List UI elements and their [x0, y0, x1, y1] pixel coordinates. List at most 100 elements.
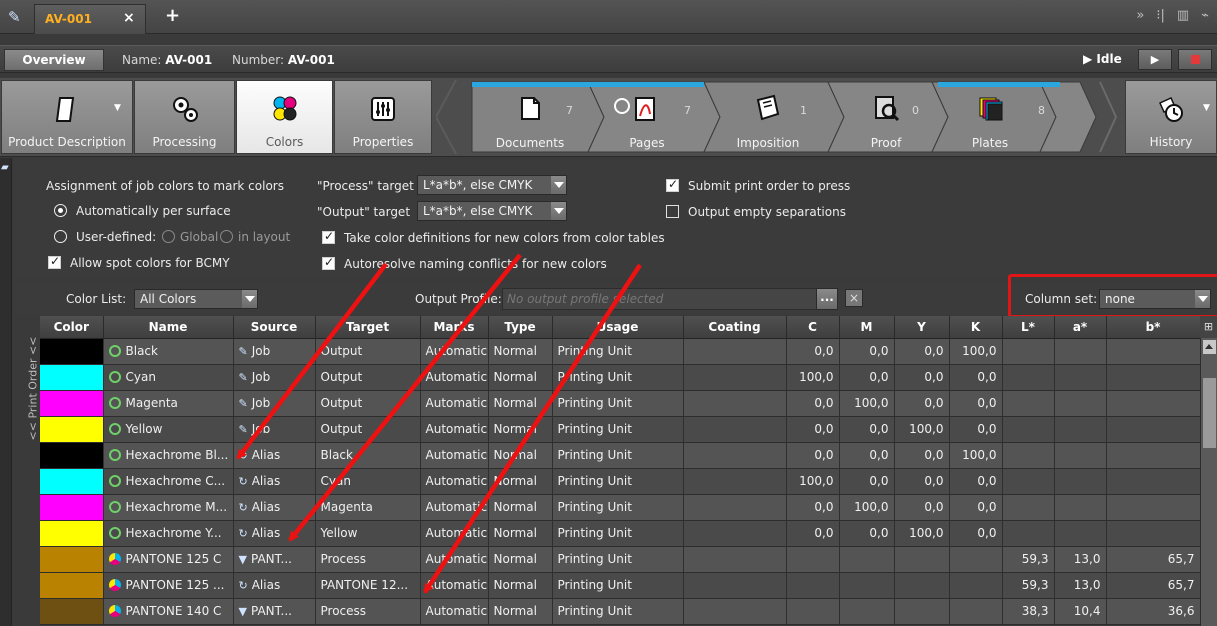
column-header[interactable]: Source [233, 316, 316, 339]
cell-target[interactable]: Process [315, 598, 421, 625]
cell-b[interactable] [1106, 390, 1201, 417]
cell-source[interactable]: ↻ Alias [233, 442, 316, 469]
clear-profile-icon[interactable]: × [845, 289, 863, 307]
cell-k[interactable]: 0,0 [949, 520, 1003, 547]
cell-y[interactable]: 0,0 [894, 390, 950, 417]
cell-source[interactable]: ✎ Job [233, 338, 316, 365]
cell-usage[interactable]: Printing Unit [552, 494, 684, 521]
cell-l[interactable] [1002, 390, 1055, 417]
cell-target[interactable]: Output [315, 390, 421, 417]
cell-b[interactable] [1106, 416, 1201, 443]
cell-y[interactable]: 100,0 [894, 416, 950, 443]
output-empty-seps-checkbox[interactable] [666, 205, 679, 218]
cell-a[interactable]: 13,0 [1054, 546, 1107, 573]
cell-usage[interactable]: Printing Unit [552, 572, 684, 599]
cell-type[interactable]: Normal [488, 364, 553, 391]
cell-c[interactable]: 0,0 [786, 494, 840, 521]
take-color-defs-checkbox[interactable] [322, 229, 335, 244]
column-header[interactable]: Target [315, 316, 421, 339]
cell-c[interactable]: 100,0 [786, 364, 840, 391]
cell-l[interactable] [1002, 468, 1055, 495]
column-header[interactable]: Coating [683, 316, 787, 339]
cell-y[interactable] [894, 546, 950, 573]
cell-c[interactable]: 0,0 [786, 442, 840, 469]
cell-marks[interactable]: Automatic [420, 442, 489, 469]
cell-k[interactable] [949, 546, 1003, 573]
cell-y[interactable] [894, 598, 950, 625]
step-documents[interactable]: 7 Documents [472, 80, 588, 154]
cell-l[interactable]: 59,3 [1002, 572, 1055, 599]
color-name-cell[interactable]: Cyan [103, 364, 234, 391]
cell-coating[interactable] [683, 520, 787, 547]
cell-m[interactable]: 100,0 [839, 494, 895, 521]
cell-a[interactable] [1054, 494, 1107, 521]
cell-usage[interactable]: Printing Unit [552, 598, 684, 625]
step-imposition[interactable]: 1 Imposition [708, 80, 828, 154]
cell-type[interactable]: Normal [488, 468, 553, 495]
color-name-cell[interactable]: PANTONE 140 C [103, 598, 234, 625]
cell-type[interactable]: Normal [488, 338, 553, 365]
column-header[interactable]: b* [1106, 316, 1201, 339]
color-list-select[interactable]: All Colors [134, 289, 258, 309]
column-header[interactable]: M [839, 316, 895, 339]
cell-source[interactable]: ↻ Alias [233, 572, 316, 599]
table-row[interactable]: Black ✎ Job Output Automatic Normal Printing U… [40, 338, 1201, 365]
document-tab[interactable]: AV-001 × [34, 4, 146, 34]
panel-toggle-icon[interactable]: ⁝| [1156, 8, 1165, 23]
cell-coating[interactable] [683, 338, 787, 365]
color-name-cell[interactable]: Magenta [103, 390, 234, 417]
cell-usage[interactable]: Printing Unit [552, 442, 684, 469]
auto-per-surface-radio[interactable] [54, 204, 67, 217]
table-row[interactable]: Cyan ✎ Job Output Automatic Normal Printing Un… [40, 364, 1201, 391]
cell-k[interactable]: 0,0 [949, 390, 1003, 417]
cell-coating[interactable] [683, 364, 787, 391]
cell-coating[interactable] [683, 494, 787, 521]
cell-k[interactable]: 0,0 [949, 416, 1003, 443]
color-name-cell[interactable]: PANTONE 125 C [103, 546, 234, 573]
cell-m[interactable] [839, 572, 895, 599]
column-chooser-icon[interactable]: ⊞ [1200, 316, 1217, 338]
user-defined-radio[interactable] [54, 230, 67, 243]
cell-target[interactable]: Cyan [315, 468, 421, 495]
cell-usage[interactable]: Printing Unit [552, 546, 684, 573]
cell-y[interactable]: 0,0 [894, 338, 950, 365]
cell-coating[interactable] [683, 546, 787, 573]
cell-marks[interactable]: Automatic [420, 416, 489, 443]
overflow-tabs-icon[interactable]: » [1136, 8, 1144, 23]
cell-c[interactable]: 0,0 [786, 338, 840, 365]
cell-type[interactable]: Normal [488, 598, 553, 625]
cell-l[interactable] [1002, 520, 1055, 547]
cell-k[interactable] [949, 598, 1003, 625]
cell-coating[interactable] [683, 572, 787, 599]
cell-m[interactable]: 0,0 [839, 520, 895, 547]
cell-target[interactable]: Black [315, 442, 421, 469]
browse-profile-button[interactable]: ... [816, 288, 838, 310]
print-order-label[interactable]: << Print Order << [26, 330, 40, 450]
cell-marks[interactable]: Automatic [420, 364, 489, 391]
column-header[interactable]: Marks [420, 316, 489, 339]
cell-coating[interactable] [683, 442, 787, 469]
cell-m[interactable]: 0,0 [839, 416, 895, 443]
cell-a[interactable] [1054, 442, 1107, 469]
column-header[interactable]: K [949, 316, 1003, 339]
cell-type[interactable]: Normal [488, 572, 553, 599]
cell-l[interactable] [1002, 364, 1055, 391]
column-layout-icon[interactable]: ▥ [1177, 8, 1189, 23]
cell-y[interactable]: 0,0 [894, 494, 950, 521]
table-row[interactable]: PANTONE 125 C ▼ PANT... Process Automatic Nor… [40, 546, 1201, 573]
overview-button[interactable]: Overview [4, 49, 104, 71]
cell-type[interactable]: Normal [488, 416, 553, 443]
step-pages[interactable]: 7 Pages [592, 80, 702, 154]
cell-c[interactable]: 0,0 [786, 390, 840, 417]
cell-target[interactable]: Magenta [315, 494, 421, 521]
step-plates[interactable]: 8 Plates [938, 80, 1045, 154]
global-radio[interactable] [162, 230, 175, 243]
cell-usage[interactable]: Printing Unit [552, 520, 684, 547]
color-name-cell[interactable]: Hexachrome Bl... [103, 442, 234, 469]
table-row[interactable]: Hexachrome Bl... ↻ Alias Black Automatic Norm… [40, 442, 1201, 469]
cell-source[interactable]: ↻ Alias [233, 520, 316, 547]
cell-a[interactable] [1054, 364, 1107, 391]
cell-c[interactable] [786, 546, 840, 573]
cell-type[interactable]: Normal [488, 442, 553, 469]
output-target-select[interactable]: L*a*b*, else CMYK [417, 201, 567, 221]
